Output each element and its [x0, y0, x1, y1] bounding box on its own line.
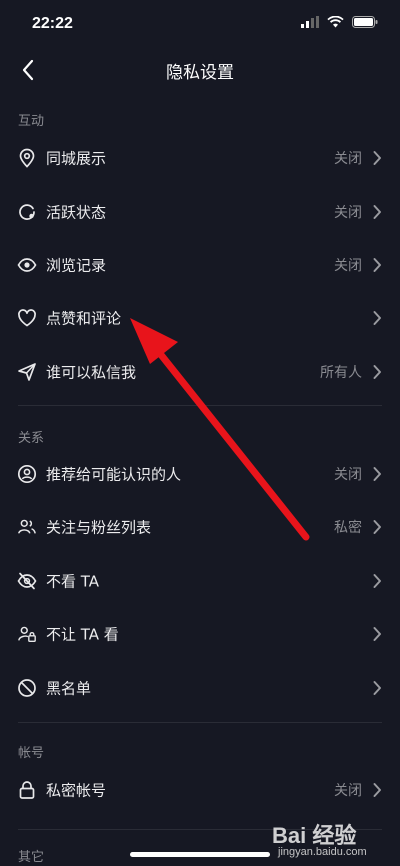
row-label: 推荐给可能认识的人	[46, 465, 182, 484]
row-value: 所有人	[320, 365, 362, 381]
block-icon	[17, 678, 37, 698]
status-bar: 22:22	[0, 0, 400, 50]
row-value: 私密	[334, 520, 362, 536]
settings-row-who-can-message[interactable]: 谁可以私信我 所有人	[0, 345, 400, 399]
user-lock-icon	[17, 624, 37, 644]
row-label: 浏览记录	[46, 256, 107, 275]
row-label: 黑名单	[46, 679, 92, 698]
row-label: 活跃状态	[46, 203, 107, 222]
row-value: 关闭	[334, 151, 362, 167]
home-indicator[interactable]	[130, 852, 270, 857]
chevron-right-icon	[373, 520, 381, 534]
location-pin-icon	[17, 148, 37, 168]
row-value: 关闭	[334, 783, 362, 799]
row-label: 不让 TA 看	[46, 625, 119, 644]
chevron-right-icon	[373, 783, 381, 797]
settings-row-blacklist[interactable]: 黑名单	[0, 661, 400, 715]
eye-icon	[17, 255, 37, 275]
chevron-right-icon	[373, 258, 381, 272]
settings-row-activity-status[interactable]: 活跃状态 关闭	[0, 185, 400, 239]
settings-row-follow-fans-list[interactable]: 关注与粉丝列表 私密	[0, 500, 400, 554]
row-label: 点赞和评论	[46, 309, 122, 328]
nav-bar: 隐私设置	[0, 50, 400, 90]
row-label: 谁可以私信我	[46, 363, 137, 382]
status-icons	[301, 16, 378, 28]
annotation-arrow	[130, 318, 310, 541]
chevron-right-icon	[373, 681, 381, 695]
baidu-jingyan-watermark: Bai 经验 jingyan.baidu.com	[266, 818, 386, 862]
activity-status-icon	[17, 202, 37, 222]
chevron-right-icon	[373, 467, 381, 481]
chevron-right-icon	[373, 365, 381, 379]
heart-icon	[17, 308, 37, 328]
row-label: 私密帐号	[46, 781, 107, 800]
section-header-interaction: 互动	[18, 114, 45, 129]
user-circle-icon	[17, 464, 37, 484]
page-title: 隐私设置	[166, 63, 234, 83]
row-label: 同城展示	[46, 149, 107, 168]
chevron-right-icon	[373, 151, 381, 165]
settings-row-dont-view-ta[interactable]: 不看 TA	[0, 554, 400, 608]
row-value: 关闭	[334, 467, 362, 483]
status-time: 22:22	[32, 15, 73, 32]
row-label: 不看 TA	[46, 572, 100, 591]
battery-icon	[352, 16, 378, 28]
chevron-right-icon	[373, 311, 381, 325]
settings-row-nearby-display[interactable]: 同城展示 关闭	[0, 131, 400, 185]
settings-row-browsing-history[interactable]: 浏览记录 关闭	[0, 238, 400, 292]
settings-row-recommend-to-acquaintances[interactable]: 推荐给可能认识的人 关闭	[0, 447, 400, 501]
send-icon	[17, 362, 37, 382]
settings-row-likes-comments[interactable]: 点赞和评论	[0, 291, 400, 345]
section-divider	[18, 405, 382, 406]
row-value: 关闭	[334, 205, 362, 221]
chevron-right-icon	[373, 205, 381, 219]
chevron-right-icon	[373, 574, 381, 588]
lock-icon	[17, 780, 37, 800]
eye-off-icon	[17, 571, 37, 591]
section-header-other: 其它	[18, 850, 45, 865]
section-header-relations: 关系	[18, 431, 45, 446]
settings-row-private-account[interactable]: 私密帐号 关闭	[0, 763, 400, 817]
settings-row-dont-let-ta-view[interactable]: 不让 TA 看	[0, 607, 400, 661]
wifi-icon	[327, 16, 344, 28]
row-value: 关闭	[334, 258, 362, 274]
chevron-right-icon	[373, 627, 381, 641]
section-header-account: 帐号	[18, 746, 45, 761]
watermark-url: jingyan.baidu.com	[278, 846, 367, 858]
cellular-signal-icon	[301, 16, 319, 28]
section-divider	[18, 722, 382, 723]
row-label: 关注与粉丝列表	[46, 518, 152, 537]
users-icon	[17, 517, 37, 537]
